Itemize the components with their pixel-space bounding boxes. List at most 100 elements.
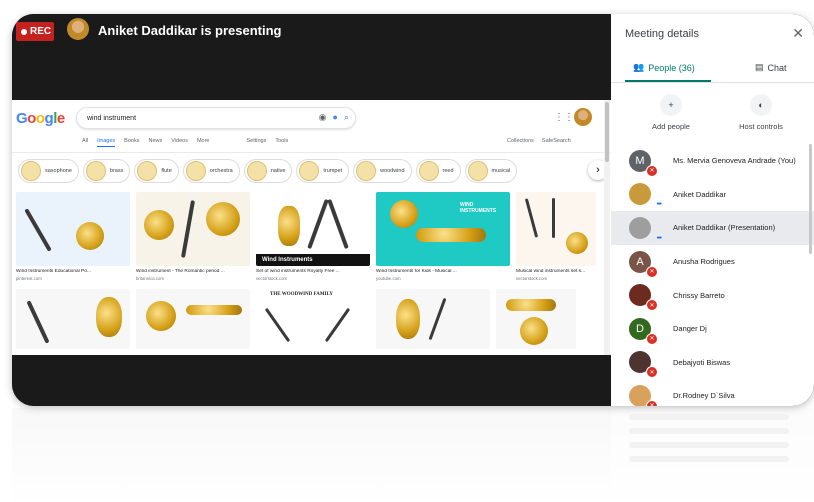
result-caption: Musical wind instruments set s... bbox=[516, 269, 586, 274]
image-result[interactable]: Musical wind instruments set s... vector… bbox=[516, 192, 596, 281]
mic-off-icon: ✕ bbox=[646, 332, 658, 345]
chip-thumbnail bbox=[299, 161, 320, 181]
tab-settings[interactable]: Settings bbox=[246, 138, 266, 147]
tab-all[interactable]: All bbox=[82, 138, 88, 147]
image-result[interactable]: Wind Instruments Set of wind instruments… bbox=[256, 192, 370, 281]
participant-name: Dr.Rodney D`Silva bbox=[673, 391, 735, 401]
participant-scrollbar[interactable] bbox=[809, 144, 812, 254]
mic-off-icon: ✕ bbox=[646, 265, 658, 278]
instrument-graphic bbox=[506, 299, 556, 311]
instrument-graphic bbox=[24, 208, 52, 252]
tab-images[interactable]: Images bbox=[97, 138, 116, 147]
chip-label: brass bbox=[109, 168, 124, 174]
result-source: vectorstock.com bbox=[256, 276, 288, 281]
chip-musical[interactable]: musical bbox=[464, 159, 518, 183]
add-people-button[interactable]: + Add people bbox=[631, 94, 711, 131]
instrument-graphic bbox=[396, 299, 420, 339]
image-result[interactable] bbox=[496, 289, 576, 349]
tab-chat-label: Chat bbox=[767, 62, 787, 73]
tab-news[interactable]: News bbox=[148, 138, 162, 147]
presentation-area: REC Aniket Daddikar is presenting Google… bbox=[12, 14, 611, 406]
speaking-indicator-icon: ••• bbox=[656, 201, 662, 209]
safesearch-link[interactable]: SafeSearch bbox=[542, 138, 571, 144]
avatar: ••• bbox=[629, 216, 662, 242]
google-logo: Google bbox=[16, 110, 65, 127]
participant-name: Ms. Mervia Genoveva Andrade (You) bbox=[673, 156, 796, 166]
image-result[interactable]: Wind instrument - The Romantic period ..… bbox=[136, 192, 250, 281]
chip-thumbnail bbox=[85, 161, 106, 181]
camera-icon[interactable]: ◉ bbox=[319, 112, 327, 123]
result-caption: Wind instrument - The Romantic period ..… bbox=[136, 269, 225, 274]
add-person-icon: + bbox=[660, 94, 682, 116]
participant-row[interactable]: ✕ Dr.Rodney D`Silva bbox=[611, 379, 814, 406]
avatar: ✕ bbox=[629, 351, 658, 379]
participant-row[interactable]: ✕ Chrissy Barreto bbox=[611, 278, 814, 312]
instrument-graphic bbox=[552, 198, 555, 238]
mic-off-icon: ✕ bbox=[646, 299, 658, 312]
reflection-main bbox=[12, 408, 611, 502]
chip-saxophone[interactable]: saxophone bbox=[18, 159, 79, 183]
chip-thumbnail bbox=[356, 161, 377, 181]
participant-row[interactable]: A ✕ Anusha Rodrigues bbox=[611, 245, 814, 279]
chip-woodwind[interactable]: woodwind bbox=[353, 159, 412, 183]
tab-books[interactable]: Books bbox=[124, 138, 139, 147]
participant-row[interactable]: M ✕ Ms. Mervia Genoveva Andrade (You) bbox=[611, 144, 814, 178]
chip-brass[interactable]: brass bbox=[82, 159, 131, 183]
image-result[interactable]: THE WOODWIND FAMILY bbox=[256, 289, 370, 349]
instrument-graphic bbox=[26, 300, 50, 344]
reflection-row bbox=[629, 428, 789, 434]
search-input[interactable]: wind instrument ◉ ● ⌕ bbox=[76, 107, 356, 129]
tabs-divider bbox=[611, 82, 814, 83]
image-result[interactable] bbox=[136, 289, 250, 349]
avatar: ••• bbox=[629, 183, 662, 208]
chip-orchestra[interactable]: orchestra bbox=[182, 159, 240, 183]
chip-thumbnail bbox=[137, 161, 158, 181]
tab-videos[interactable]: Videos bbox=[171, 138, 188, 147]
panel-title: Meeting details bbox=[625, 28, 699, 40]
presenter-avatar bbox=[67, 18, 89, 40]
search-tools-right: Collections SafeSearch bbox=[507, 138, 571, 144]
image-result[interactable] bbox=[376, 289, 490, 349]
collections-link[interactable]: Collections bbox=[507, 138, 534, 144]
avatar-initial: D bbox=[636, 322, 644, 335]
image-result[interactable]: Wind Instruments Educational Po... pinte… bbox=[16, 192, 130, 281]
result-caption: Wind Instruments for Kids - Musical ... bbox=[376, 269, 457, 274]
chip-flute[interactable]: flute bbox=[134, 159, 179, 183]
account-avatar[interactable] bbox=[574, 108, 592, 126]
reflection-row bbox=[629, 456, 789, 462]
speaking-indicator-icon: ••• bbox=[656, 234, 662, 242]
tab-tools[interactable]: Tools bbox=[275, 138, 288, 147]
chip-trumpet[interactable]: trumpet bbox=[296, 159, 350, 183]
instrument-graphic bbox=[180, 200, 196, 258]
participant-row[interactable]: ✕ Debajyoti Biswas bbox=[611, 346, 814, 380]
chip-thumbnail bbox=[467, 161, 488, 181]
tile-heading: THE WOODWIND FAMILY bbox=[270, 292, 333, 297]
host-controls-button[interactable]: ◐ Host controls bbox=[721, 94, 801, 131]
participant-row[interactable]: ••• Aniket Daddikar (Presentation) bbox=[611, 211, 814, 245]
chip-label: saxophone bbox=[45, 168, 72, 174]
search-icon[interactable]: ⌕ bbox=[344, 112, 349, 123]
result-thumbnail bbox=[16, 192, 130, 266]
instrument-graphic bbox=[146, 301, 176, 331]
page-scrollbar[interactable] bbox=[604, 100, 610, 355]
instrument-graphic bbox=[264, 307, 291, 343]
tab-chat[interactable]: ▤ Chat bbox=[755, 62, 787, 73]
image-result[interactable] bbox=[16, 289, 130, 349]
tab-more[interactable]: More bbox=[197, 138, 210, 147]
window-reflection bbox=[12, 408, 814, 502]
image-result[interactable]: WIND INSTRUMENTS Wind Instruments for Ki… bbox=[376, 192, 510, 281]
participant-row[interactable]: ••• Aniket Daddikar bbox=[611, 178, 814, 212]
tab-people[interactable]: 👥 People (36) bbox=[633, 62, 695, 73]
reflection-row bbox=[629, 442, 789, 448]
chip-thumbnail bbox=[185, 161, 206, 181]
participant-name: Chrissy Barreto bbox=[673, 290, 725, 300]
participant-row[interactable]: D ✕ Danger Dj bbox=[611, 312, 814, 346]
chip-native[interactable]: native bbox=[243, 159, 293, 183]
chip-reed[interactable]: reed bbox=[415, 159, 461, 183]
related-chips: saxophone brass flute orchestra native t… bbox=[18, 159, 518, 183]
scrollbar-thumb[interactable] bbox=[605, 102, 609, 162]
mic-icon[interactable]: ● bbox=[333, 112, 338, 123]
rec-label: REC bbox=[30, 26, 52, 37]
reflection-panel bbox=[611, 408, 814, 502]
close-icon[interactable]: ✕ bbox=[792, 25, 804, 42]
